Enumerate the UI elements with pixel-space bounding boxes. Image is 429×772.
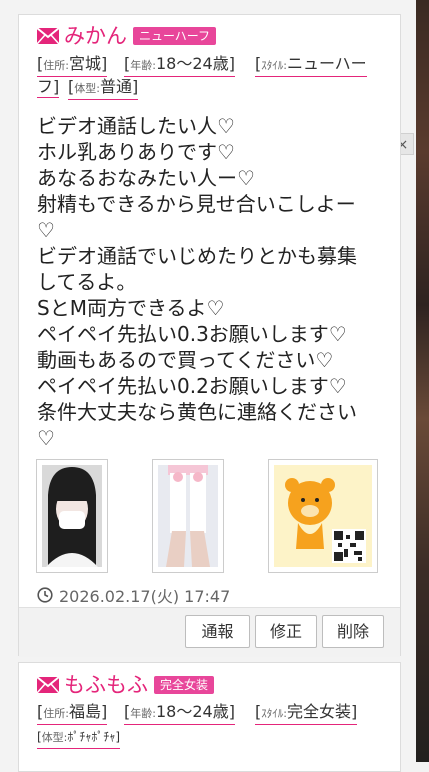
clock-icon <box>37 587 53 603</box>
post-card: もふもふ 完全女装 [住所:福島] [年齢:18〜24歳] [ｽﾀｲﾙ:完全女装… <box>18 662 401 772</box>
attr-body: [体型:ﾎﾟﾁｬﾎﾟﾁｬ] <box>37 727 121 749</box>
photo-thumbnail-1[interactable] <box>36 459 108 573</box>
style-badge: ニューハーフ <box>133 27 217 45</box>
background-photo-strip <box>416 0 429 762</box>
attr-body: [体型:普通] <box>68 77 139 100</box>
photo-thumbnail-2[interactable] <box>152 459 224 573</box>
report-button[interactable]: 通報 <box>185 615 250 648</box>
post-date: 2026.02.17(火) 17:47 <box>59 587 231 606</box>
delete-button[interactable]: 削除 <box>322 615 384 648</box>
attr-address: [住所:福島] <box>37 702 108 725</box>
line-qr-thumbnail[interactable] <box>268 459 378 573</box>
legs-image <box>158 465 218 567</box>
mail-icon <box>37 28 59 44</box>
post-header: もふもふ 完全女装 <box>37 673 215 697</box>
attr-age: [年齢:18〜24歳] <box>124 54 235 77</box>
style-badge: 完全女装 <box>154 676 215 694</box>
attr-style: [ｽﾀｲﾙ:完全女装] <box>255 702 358 725</box>
attr-style: [ｽﾀｲﾙ:ニューハー <box>255 54 367 77</box>
attr-style-cont: フ] <box>37 77 60 98</box>
selfie-image <box>42 465 102 567</box>
poster-name[interactable]: みかん <box>64 24 127 48</box>
post-date-row: 2026.02.17(火) 17:47 <box>37 583 230 607</box>
edit-button[interactable]: 修正 <box>255 615 317 648</box>
post-message: ビデオ通話したい人♡ ホル乳ありありです♡ あなるおなみたい人ー♡ 射精もできる… <box>37 114 357 450</box>
post-actions: 通報 修正 削除 <box>19 607 400 657</box>
qr-code-image <box>274 465 372 567</box>
attr-address: [住所:宮城] <box>37 54 108 77</box>
poster-name[interactable]: もふもふ <box>64 673 148 697</box>
post-header: みかん ニューハーフ <box>37 24 217 48</box>
attr-age: [年齢:18〜24歳] <box>124 702 235 725</box>
post-card: みかん ニューハーフ [住所:宮城] [年齢:18〜24歳] [ｽﾀｲﾙ:ニュー… <box>18 14 401 657</box>
mail-icon <box>37 677 59 693</box>
